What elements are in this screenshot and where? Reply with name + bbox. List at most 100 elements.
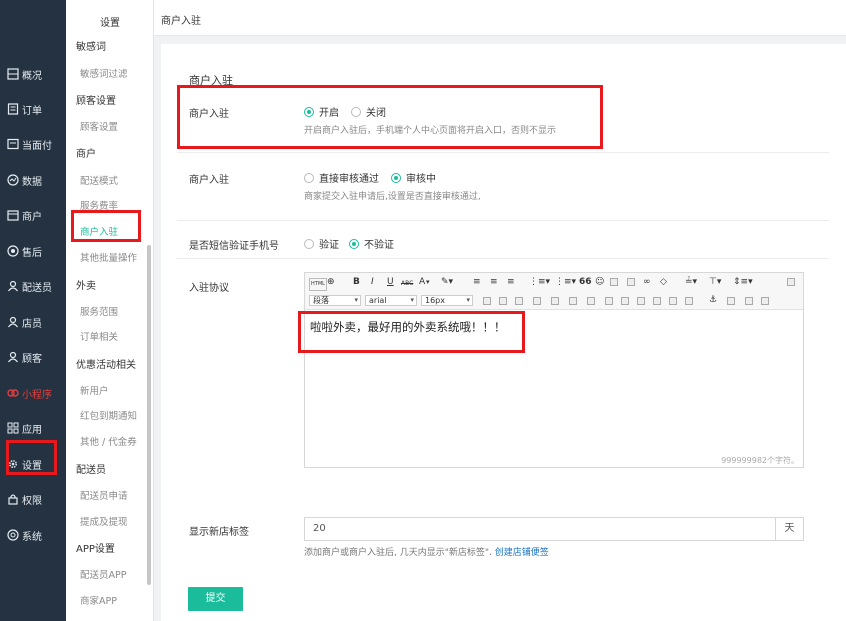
subnav-link[interactable]: 订单相关: [80, 329, 118, 343]
paragraph-spacing-icon[interactable]: ⊤▾: [709, 277, 721, 288]
table-tool-icon[interactable]: [637, 297, 645, 305]
subnav-link[interactable]: 服务范围: [80, 304, 118, 318]
subnav-link[interactable]: 商家APP: [80, 593, 117, 607]
table-tool-icon[interactable]: [569, 297, 577, 305]
align-center-icon[interactable]: ≡: [490, 277, 498, 288]
link-icon[interactable]: ∞: [643, 277, 651, 288]
sms-verify-label: 是否短信验证手机号: [189, 241, 279, 252]
font-size-select[interactable]: 16px: [421, 295, 473, 306]
nav-item-data[interactable]: 数据: [0, 162, 66, 198]
subnav-link[interactable]: 敏感词过滤: [80, 66, 128, 80]
subnav-link[interactable]: 配送员APP: [80, 567, 126, 581]
align-right-icon[interactable]: ≡: [507, 277, 515, 288]
blockquote-button[interactable]: 66: [579, 277, 592, 288]
new-store-tag-label: 显示新店标签: [189, 527, 249, 538]
eraser-icon[interactable]: ◇: [660, 277, 667, 288]
table-tool-icon[interactable]: [621, 297, 629, 305]
create-store-tag-link[interactable]: 创建店铺便签: [495, 548, 549, 558]
anchor-icon[interactable]: ⚓: [709, 295, 717, 306]
review-radio-pending[interactable]: 审核中: [391, 170, 436, 185]
sms-radio-verify[interactable]: 验证: [304, 236, 339, 251]
subnav-link[interactable]: 其他 / 代金券: [80, 434, 137, 448]
nav-item-overview[interactable]: 概况: [0, 56, 66, 92]
italic-button[interactable]: I: [371, 277, 374, 288]
highlight-icon[interactable]: ✎▾: [441, 277, 453, 288]
fullscreen-icon[interactable]: [787, 278, 795, 286]
editor-content[interactable]: 啦啦外卖，最好用的外卖系统哦！！！: [310, 319, 506, 335]
lock-icon: [7, 493, 19, 505]
review-radio-auto[interactable]: 直接审核通过: [304, 170, 379, 185]
print-icon[interactable]: [745, 297, 753, 305]
nav-label: 订单: [22, 105, 42, 117]
nav-label: 数据: [22, 176, 42, 188]
mini-program-icon: [7, 387, 19, 399]
table-tool-icon[interactable]: [653, 297, 661, 305]
nav-item-clerk[interactable]: 店员: [0, 304, 66, 340]
nav-item-face-pay[interactable]: 当面付: [0, 126, 66, 162]
merchant-entry-radio-off[interactable]: 关闭: [351, 104, 386, 119]
spacing-icon[interactable]: ≟▾: [685, 277, 697, 288]
nav-label: 售后: [22, 247, 42, 259]
nav-item-merchant[interactable]: 商户: [0, 197, 66, 233]
submit-button[interactable]: 提交: [188, 587, 243, 611]
insert-table-icon[interactable]: [483, 297, 491, 305]
font-family-select[interactable]: arial: [365, 295, 417, 306]
subnav-link[interactable]: 红包到期通知: [80, 408, 137, 422]
apps-icon: [7, 422, 19, 434]
table-tool-icon[interactable]: [533, 297, 541, 305]
nav-label: 顾客: [22, 353, 42, 365]
unordered-list-icon[interactable]: ⋮≡▾: [555, 277, 576, 288]
subnav-link[interactable]: 配送员申请: [80, 488, 128, 502]
subnav-link[interactable]: 配送模式: [80, 173, 118, 187]
table-tool-icon[interactable]: [515, 297, 523, 305]
agreement-rich-editor[interactable]: HTML ⊕ B I U ABC A ▾ ✎▾ ≡ ≡ ≡ ⋮≡▾ ⋮≡▾ 66…: [304, 272, 804, 468]
sms-radio-no-verify[interactable]: 不验证: [349, 236, 394, 251]
nav-item-apps[interactable]: 应用: [0, 410, 66, 446]
table-tool-icon[interactable]: [587, 297, 595, 305]
strikethrough-button[interactable]: ABC: [401, 278, 413, 289]
emoji-icon[interactable]: ☺: [595, 277, 604, 288]
subnav-link[interactable]: 顾客设置: [80, 119, 118, 133]
html-source-button[interactable]: HTML: [309, 278, 327, 291]
chevron-down-icon[interactable]: ▾: [426, 277, 430, 288]
merchant-entry-radio-on[interactable]: 开启: [304, 104, 339, 119]
zoom-icon[interactable]: ⊕: [327, 277, 335, 288]
nav-item-after-sale[interactable]: 售后: [0, 233, 66, 269]
table-icon[interactable]: [627, 278, 635, 286]
customer-icon: [7, 351, 19, 363]
subnav-link-merchant-entry[interactable]: 商户入驻: [80, 224, 118, 238]
nav-item-permissions[interactable]: 权限: [0, 481, 66, 517]
font-color-button[interactable]: A: [419, 277, 425, 288]
radio-label: 关闭: [366, 108, 386, 119]
image-icon[interactable]: [610, 278, 618, 286]
subnav-link[interactable]: 其他批量操作: [80, 250, 137, 264]
preview-icon[interactable]: [761, 297, 769, 305]
table-tool-icon[interactable]: [669, 297, 677, 305]
nav-item-orders[interactable]: 订单: [0, 91, 66, 127]
subnav-link[interactable]: 服务费率: [80, 198, 118, 212]
table-tool-icon[interactable]: [551, 297, 559, 305]
nav-item-courier[interactable]: 配送员: [0, 268, 66, 304]
paragraph-select[interactable]: 段落: [309, 295, 361, 306]
align-left-icon[interactable]: ≡: [473, 277, 481, 288]
nav-item-settings[interactable]: 设置: [0, 446, 66, 482]
radio-unchecked-icon: [304, 172, 314, 183]
table-tool-icon[interactable]: [605, 297, 613, 305]
ordered-list-icon[interactable]: ⋮≡▾: [529, 277, 550, 288]
data-icon: [7, 174, 19, 186]
table-tool-icon[interactable]: [499, 297, 507, 305]
image-tool-icon[interactable]: [727, 297, 735, 305]
new-store-days-input[interactable]: 20: [304, 517, 776, 541]
table-tool-icon[interactable]: [685, 297, 693, 305]
nav-item-customer[interactable]: 顾客: [0, 339, 66, 375]
underline-button[interactable]: U: [387, 277, 394, 288]
subnav-link[interactable]: 新用户: [80, 383, 109, 397]
line-height-icon[interactable]: ⇕≡▾: [733, 277, 753, 288]
nav-label: 商户: [22, 211, 42, 223]
bold-button[interactable]: B: [353, 277, 360, 288]
subnav-group-head: 敏感词: [76, 42, 106, 53]
subnav-link[interactable]: 提成及提现: [80, 514, 128, 528]
nav-item-system[interactable]: 系统: [0, 517, 66, 553]
subnav-scrollbar[interactable]: [147, 245, 151, 585]
nav-item-mini-program[interactable]: 小程序: [0, 375, 66, 411]
